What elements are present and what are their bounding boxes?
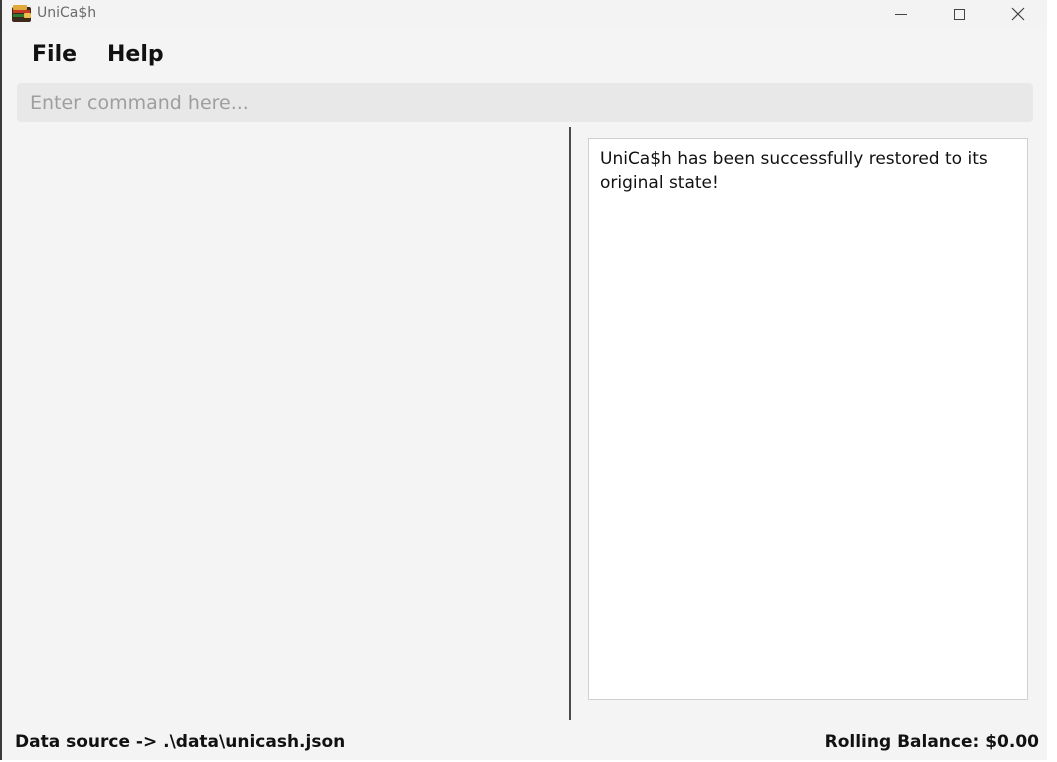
result-display[interactable]: UniCa$h has been successfully restored t… bbox=[588, 138, 1028, 700]
menu-file[interactable]: File bbox=[32, 42, 77, 67]
data-source-label: Data source -> .\data\unicash.json bbox=[15, 732, 346, 752]
minimize-button[interactable] bbox=[872, 0, 930, 28]
result-panel: UniCa$h has been successfully restored t… bbox=[571, 127, 1047, 720]
status-bar: Data source -> .\data\unicash.json Rolli… bbox=[2, 720, 1047, 760]
close-button[interactable] bbox=[989, 0, 1047, 28]
menu-help[interactable]: Help bbox=[107, 42, 164, 67]
maximize-button[interactable] bbox=[930, 0, 988, 28]
wallet-app-icon bbox=[12, 5, 31, 22]
title-bar[interactable]: UniCa$h bbox=[2, 0, 1047, 30]
maximize-icon bbox=[953, 8, 965, 20]
close-icon bbox=[1011, 7, 1025, 21]
rolling-balance-label: Rolling Balance: $0.00 bbox=[824, 732, 1039, 752]
command-input[interactable] bbox=[17, 83, 1033, 122]
window-title: UniCa$h bbox=[37, 5, 97, 21]
app-window: UniCa$h File Help UniCa$h has been succe… bbox=[0, 0, 1047, 760]
menu-bar: File Help bbox=[2, 30, 1047, 78]
command-box bbox=[17, 83, 1033, 122]
minimize-icon bbox=[895, 13, 907, 15]
transaction-list-panel[interactable] bbox=[2, 127, 569, 720]
